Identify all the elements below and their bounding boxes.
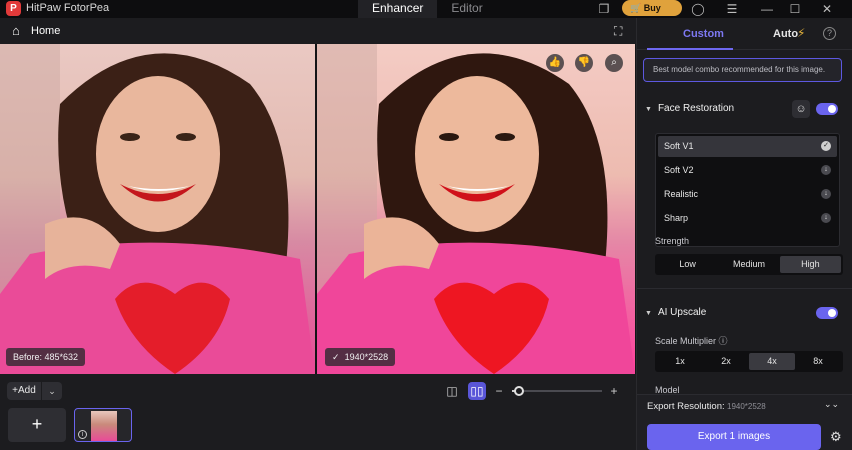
model-item-soft-v2[interactable]: Soft V2 ↓ (658, 160, 837, 181)
face-restoration-toggle[interactable] (816, 103, 838, 115)
before-portrait-illustration (0, 44, 315, 374)
export-resolution-value: 1940*2528 (727, 402, 766, 411)
ai-upscale-toggle[interactable] (816, 307, 838, 319)
scale-4x[interactable]: 4x (749, 353, 795, 370)
after-preview: 👍 👎 ⌕ ✓ 1940*2528 (317, 44, 635, 374)
download-icon[interactable]: ↓ (821, 165, 831, 175)
bolt-icon: ⚡ (797, 26, 806, 40)
app-logo: P (6, 1, 21, 16)
before-preview: Before: 485*632 (0, 44, 315, 374)
buy-now-button[interactable]: 🛒 Buy Now (622, 0, 682, 29)
download-icon[interactable]: ↓ (821, 213, 831, 223)
ai-upscale-header[interactable]: ▼ AI Upscale (645, 307, 706, 318)
model-item-realistic[interactable]: Realistic ↓ (658, 184, 837, 205)
scale-multiplier-label: Scale Multiplier ⓘ (655, 334, 728, 347)
before-resolution-badge: Before: 485*632 (6, 348, 86, 366)
app-title: HitPaw FotorPea (26, 2, 110, 14)
scale-multiplier-text: Scale Multiplier (655, 336, 717, 346)
strength-medium[interactable]: Medium (718, 256, 779, 273)
zoom-slider-knob[interactable] (514, 386, 524, 396)
export-bar: Export Resolution: 1940*2528 ⌄⌄ Export 1… (637, 394, 852, 450)
chevron-down-icon[interactable]: ⌄⌄ (824, 399, 839, 410)
add-label: Add (18, 385, 36, 396)
tab-editor[interactable]: Editor (437, 0, 496, 18)
collapse-caret-icon: ▼ (645, 106, 652, 113)
after-resolution-badge: ✓ 1940*2528 (325, 348, 396, 366)
strength-high[interactable]: High (779, 256, 841, 273)
model-label: Soft V1 (664, 141, 694, 151)
crop-icon[interactable]: ⛶ (614, 24, 622, 39)
zoom-slider[interactable] (512, 386, 602, 396)
minimize-icon[interactable]: — (760, 2, 774, 16)
bottom-toolbar: +Add ⌄ ◫ ▯▯ − + + i (0, 374, 636, 450)
close-icon[interactable]: ✕ (820, 2, 834, 16)
window-icon[interactable]: ❐ (597, 2, 611, 16)
cart-icon: 🛒 (630, 3, 642, 13)
thumbs-up-icon[interactable]: 👍 (546, 54, 564, 72)
strength-label: Strength (655, 236, 690, 246)
after-portrait-illustration (317, 44, 635, 374)
face-icon[interactable]: ☺ (792, 100, 810, 118)
image-thumbnail[interactable]: i (74, 408, 132, 442)
after-resolution-value: 1940*2528 (344, 352, 389, 362)
check-icon: ✓ (332, 352, 340, 362)
thumbs-down-icon[interactable]: 👎 (575, 54, 593, 72)
panel-tabs: Custom Auto ⚡ ? (637, 18, 852, 50)
scale-1x[interactable]: 1x (657, 353, 703, 370)
info-icon[interactable]: i (78, 430, 87, 439)
account-icon[interactable]: ◯ (691, 2, 705, 16)
single-view-icon[interactable]: ◫ (443, 382, 461, 400)
tab-enhancer[interactable]: Enhancer (358, 0, 438, 18)
help-icon[interactable]: ? (823, 27, 836, 40)
strength-low[interactable]: Low (657, 256, 718, 273)
gear-icon[interactable]: ⚙ (830, 429, 842, 445)
title-bar: P HitPaw FotorPea Enhancer Editor ❐ 🛒 Bu… (0, 0, 852, 29)
export-button[interactable]: Export 1 images (647, 424, 821, 450)
model-label: Realistic (664, 189, 699, 199)
maximize-icon[interactable]: ☐ (788, 2, 802, 16)
check-circle-icon: ✓ (821, 141, 831, 151)
strength-selector: Low Medium High (655, 254, 843, 275)
settings-panel: Custom Auto ⚡ ? Best model combo recomme… (636, 18, 852, 450)
tab-auto[interactable]: Auto (773, 28, 798, 40)
zoom-in-icon[interactable]: ⌕ (605, 54, 623, 72)
thumbnail-photo (91, 411, 117, 441)
home-bar: ⌂ Home ⛶ (0, 18, 636, 44)
recommendation-banner: Best model combo recommended for this im… (643, 58, 842, 82)
zoom-out-icon[interactable]: − (490, 382, 508, 400)
model-label: Sharp (664, 213, 689, 223)
model-item-sharp[interactable]: Sharp ↓ (658, 208, 837, 229)
info-circle-icon[interactable]: ⓘ (719, 336, 728, 346)
section-divider (637, 288, 852, 289)
model-item-soft-v1[interactable]: Soft V1 ✓ (658, 136, 837, 157)
add-image-tile[interactable]: + (8, 408, 66, 442)
home-icon[interactable]: ⌂ (12, 24, 20, 38)
scale-selector: 1x 2x 4x 8x (655, 351, 843, 372)
scale-8x[interactable]: 8x (795, 353, 841, 370)
collapse-caret-icon: ▼ (645, 310, 652, 317)
mode-tabs: Enhancer Editor (358, 0, 497, 18)
add-button[interactable]: +Add (7, 382, 42, 400)
model-label: Soft V2 (664, 165, 694, 175)
ai-upscale-title: AI Upscale (657, 307, 707, 318)
split-view-icon[interactable]: ▯▯ (468, 382, 486, 400)
add-dropdown-chevron-icon[interactable]: ⌄ (42, 382, 62, 400)
face-model-list: Soft V1 ✓ Soft V2 ↓ Realistic ↓ Sharp ↓ (655, 133, 840, 247)
home-link[interactable]: Home (31, 25, 60, 37)
tab-custom-indicator (647, 48, 733, 50)
menu-icon[interactable]: ☰ (725, 2, 739, 16)
face-restoration-title: Face Restoration (657, 103, 735, 114)
download-icon[interactable]: ↓ (821, 189, 831, 199)
face-restoration-header[interactable]: ▼ Face Restoration (645, 103, 734, 114)
tab-custom[interactable]: Custom (683, 28, 724, 40)
scale-2x[interactable]: 2x (703, 353, 749, 370)
add-button-group: +Add ⌄ (7, 382, 62, 400)
zoom-in-plus-icon[interactable]: + (605, 382, 623, 400)
export-resolution-label: Export Resolution: (647, 401, 725, 412)
